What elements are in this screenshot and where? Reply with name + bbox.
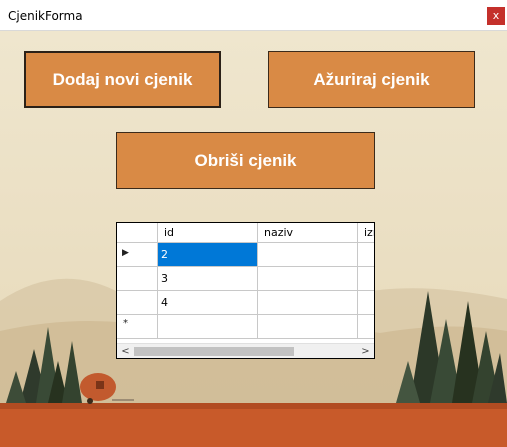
pricelist-grid[interactable]: id naziv izn ▶ 2 3 4 * < >	[116, 222, 375, 359]
table-cell-id[interactable]: 3	[158, 267, 258, 291]
current-row-indicator-icon: ▶	[122, 248, 129, 258]
column-header-naziv[interactable]: naziv	[258, 223, 358, 243]
new-row-cell-id[interactable]	[158, 315, 258, 339]
scroll-right-icon[interactable]: >	[358, 345, 373, 358]
table-cell-id[interactable]: 4	[158, 291, 258, 315]
table-cell-naziv[interactable]	[258, 243, 358, 267]
horizontal-scrollbar[interactable]: < >	[117, 343, 374, 358]
table-cell-iznos[interactable]	[358, 267, 374, 291]
new-row-header[interactable]: *	[117, 315, 158, 339]
add-pricelist-button[interactable]: Dodaj novi cjenik	[24, 51, 221, 108]
close-button[interactable]: x	[487, 7, 505, 25]
grid-corner-header[interactable]	[117, 223, 158, 243]
column-header-id[interactable]: id	[158, 223, 258, 243]
row-header[interactable]	[117, 267, 158, 291]
update-pricelist-button[interactable]: Ažuriraj cjenik	[268, 51, 475, 108]
scrollbar-thumb[interactable]	[134, 347, 294, 356]
title-bar: CjenikForma x	[0, 0, 507, 31]
table-cell-iznos[interactable]	[358, 291, 374, 315]
new-row-cell-naziv[interactable]	[258, 315, 358, 339]
window-title: CjenikForma	[8, 9, 83, 23]
table-cell-naziv[interactable]	[258, 267, 358, 291]
table-cell-naziv[interactable]	[258, 291, 358, 315]
form-client-area: Dodaj novi cjenik Ažuriraj cjenik Obriši…	[0, 31, 507, 447]
new-row-cell-iznos[interactable]	[358, 315, 374, 339]
table-cell-id[interactable]: 2	[158, 243, 258, 267]
column-header-iznos[interactable]: izn	[358, 223, 374, 243]
row-header[interactable]: ▶	[117, 243, 158, 267]
row-header[interactable]	[117, 291, 158, 315]
scroll-left-icon[interactable]: <	[118, 345, 133, 358]
new-row-indicator-icon: *	[123, 318, 128, 329]
delete-pricelist-button[interactable]: Obriši cjenik	[116, 132, 375, 189]
table-cell-iznos[interactable]	[358, 243, 374, 267]
